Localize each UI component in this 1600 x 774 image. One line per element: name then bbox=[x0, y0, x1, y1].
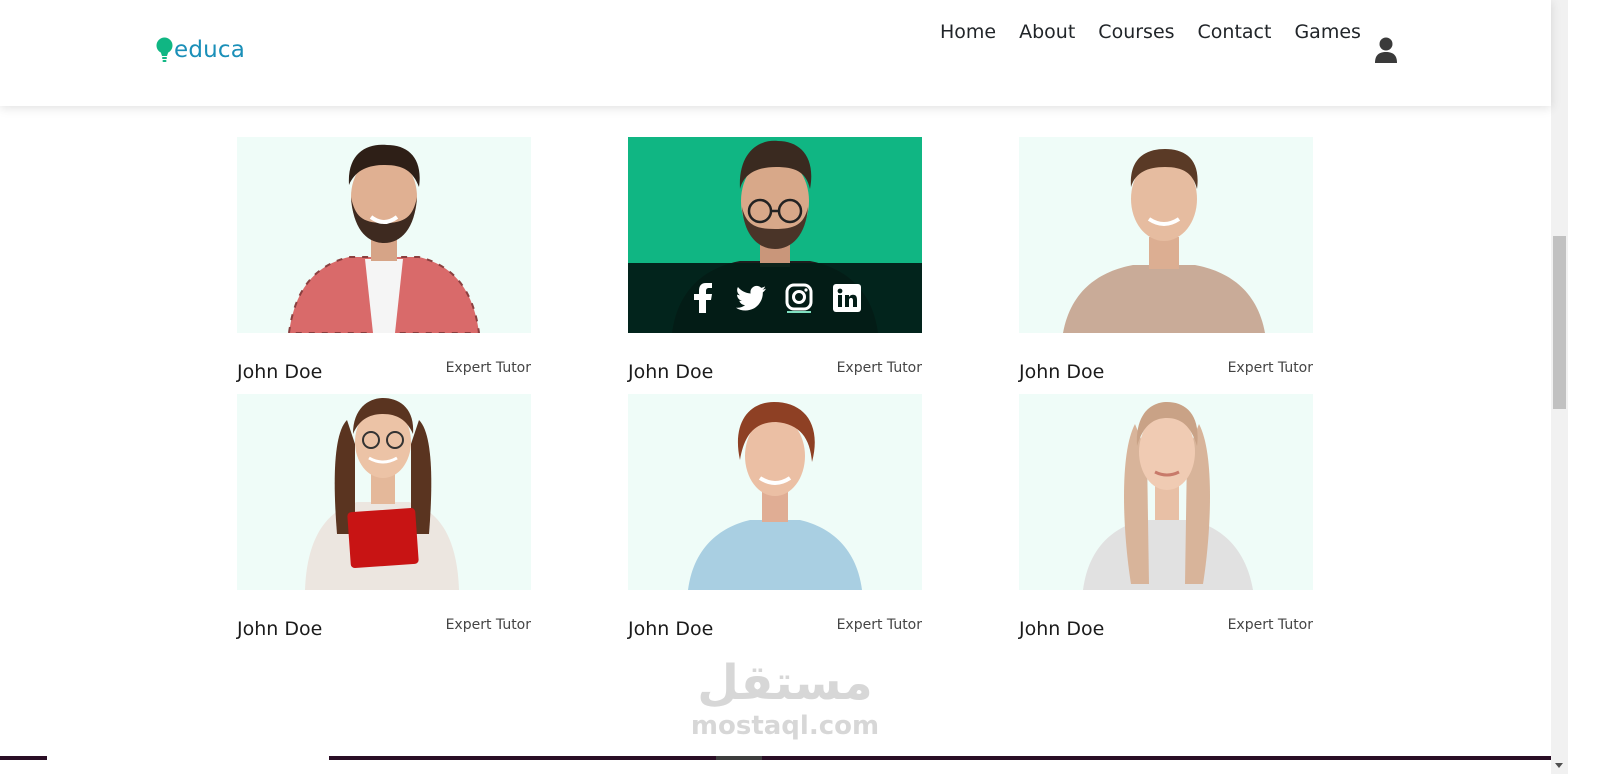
social-links bbox=[628, 263, 922, 333]
site-header: educa Home About Courses Contact Games bbox=[0, 0, 1551, 106]
tutor-name: John Doe bbox=[237, 618, 323, 640]
woman-long-blonde-hair-photo bbox=[1083, 402, 1253, 590]
footer-edge bbox=[0, 756, 1551, 760]
brand-logo[interactable]: educa bbox=[156, 36, 245, 64]
tutor-role: Expert Tutor bbox=[836, 360, 922, 376]
watermark-arabic: مستقل bbox=[697, 655, 873, 711]
watermark: مستقل mostaql.com bbox=[690, 655, 880, 741]
tutor-photo bbox=[628, 394, 922, 590]
tutor-role: Expert Tutor bbox=[836, 617, 922, 633]
team-card[interactable]: John Doe Expert Tutor bbox=[1019, 137, 1313, 393]
team-card[interactable]: John Doe Expert Tutor bbox=[237, 137, 531, 393]
team-card[interactable]: John Doe Expert Tutor bbox=[1019, 394, 1313, 650]
tutor-role: Expert Tutor bbox=[445, 617, 531, 633]
linkedin-icon[interactable] bbox=[832, 283, 862, 313]
team-card[interactable]: John Doe Expert Tutor bbox=[628, 394, 922, 650]
user-icon[interactable] bbox=[1374, 37, 1398, 64]
nav-contact[interactable]: Contact bbox=[1198, 19, 1272, 45]
twitter-icon[interactable] bbox=[736, 283, 766, 313]
tutor-info: John Doe Expert Tutor bbox=[1019, 333, 1313, 393]
tutor-info: John Doe Expert Tutor bbox=[628, 333, 922, 393]
team-card[interactable]: John Doe Expert Tutor bbox=[628, 137, 922, 393]
tutor-role: Expert Tutor bbox=[1227, 360, 1313, 376]
man-plaid-shirt-photo bbox=[287, 144, 481, 333]
tutor-name: John Doe bbox=[628, 361, 714, 383]
tutor-photo bbox=[628, 137, 922, 333]
woman-short-hair-photo bbox=[688, 402, 862, 590]
team-card[interactable]: John Doe Expert Tutor bbox=[237, 394, 531, 650]
tutor-info: John Doe Expert Tutor bbox=[1019, 590, 1313, 650]
instagram-icon[interactable] bbox=[784, 283, 814, 313]
tutor-name: John Doe bbox=[1019, 361, 1105, 383]
brand-name: educa bbox=[174, 37, 246, 63]
tutor-photo bbox=[237, 137, 531, 333]
watermark-latin: mostaql.com bbox=[690, 711, 880, 741]
page-scrollbar[interactable] bbox=[1551, 0, 1568, 774]
tutor-role: Expert Tutor bbox=[1227, 617, 1313, 633]
lightbulb-icon bbox=[156, 37, 173, 63]
scroll-down-icon[interactable] bbox=[1555, 763, 1563, 768]
tutor-photo bbox=[237, 394, 531, 590]
nav-courses[interactable]: Courses bbox=[1098, 19, 1174, 45]
tutor-name: John Doe bbox=[628, 618, 714, 640]
nav-about[interactable]: About bbox=[1019, 19, 1075, 45]
woman-glasses-red-book-photo bbox=[305, 398, 459, 590]
tutor-name: John Doe bbox=[237, 361, 323, 383]
tutor-role: Expert Tutor bbox=[445, 360, 531, 376]
man-beige-sweater-photo bbox=[1063, 149, 1265, 333]
tutor-info: John Doe Expert Tutor bbox=[628, 590, 922, 650]
tutor-info: John Doe Expert Tutor bbox=[237, 590, 531, 650]
nav-home[interactable]: Home bbox=[940, 19, 996, 45]
main-nav: Home About Courses Contact Games bbox=[940, 19, 1384, 45]
nav-games[interactable]: Games bbox=[1294, 19, 1360, 45]
scrollbar-thumb[interactable] bbox=[1553, 236, 1566, 409]
tutor-info: John Doe Expert Tutor bbox=[237, 333, 531, 393]
tutor-photo bbox=[1019, 394, 1313, 590]
tutor-photo bbox=[1019, 137, 1313, 333]
tutor-name: John Doe bbox=[1019, 618, 1105, 640]
facebook-icon[interactable] bbox=[688, 283, 718, 313]
